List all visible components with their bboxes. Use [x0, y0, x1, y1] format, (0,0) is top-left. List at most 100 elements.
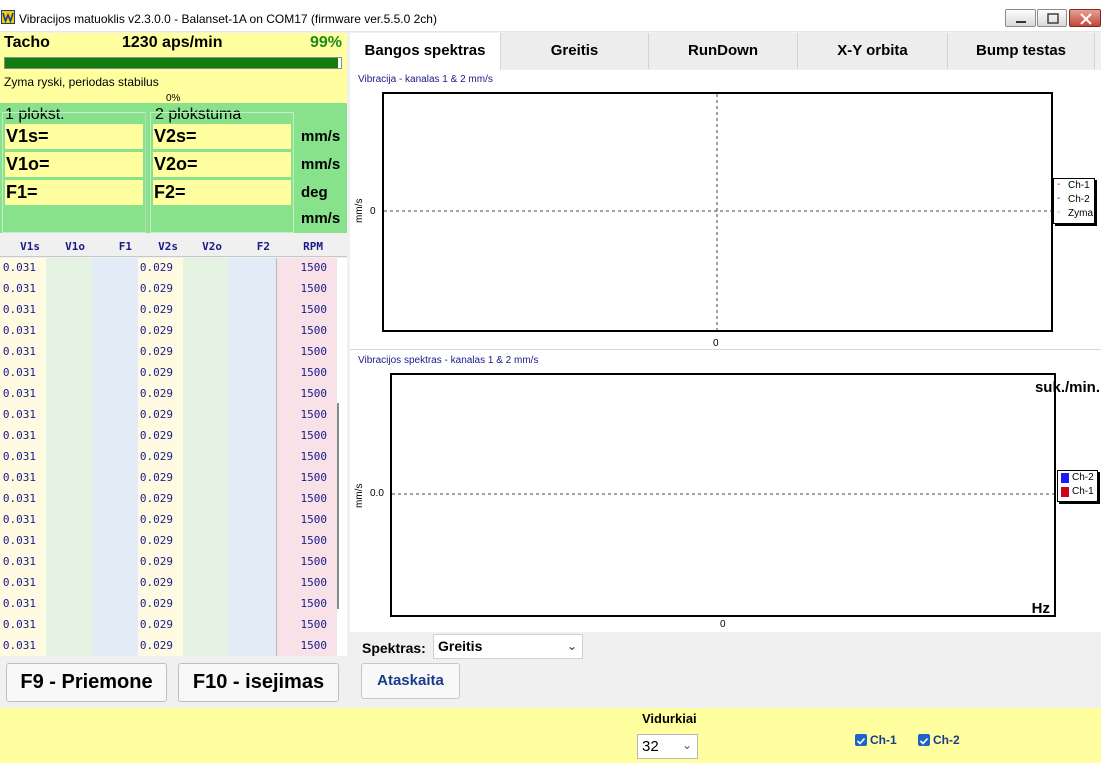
- table-cell: 0.029: [139, 639, 173, 652]
- table-row[interactable]: 0.031 0.029 1500: [0, 639, 347, 656]
- grid-col-header[interactable]: V1o: [46, 240, 85, 253]
- grid-scrollbar[interactable]: [337, 403, 339, 609]
- table-row[interactable]: 0.031 0.029 1500: [0, 408, 347, 429]
- table-cell: 1500: [300, 261, 328, 274]
- chart2-ytick: 0.0: [370, 488, 384, 499]
- vibration-plot[interactable]: [382, 92, 1053, 332]
- spectrum-hz-label: Hz: [1031, 600, 1050, 617]
- table-row[interactable]: 0.031 0.029 1500: [0, 324, 347, 345]
- averages-label: Vidurkiai: [642, 711, 697, 726]
- tacho-progress-bar: [4, 57, 342, 69]
- legend-label: Ch-1: [1072, 486, 1094, 497]
- table-row[interactable]: 0.031 0.029 1500: [0, 597, 347, 618]
- table-cell: 0.029: [139, 576, 173, 589]
- legend-item: - Ch-1: [1054, 179, 1094, 193]
- table-cell: 1500: [300, 408, 328, 421]
- grid-col-header[interactable]: V1s: [2, 240, 40, 253]
- table-row[interactable]: 0.031 0.029 1500: [0, 576, 347, 597]
- table-row[interactable]: 0.031 0.029 1500: [0, 345, 347, 366]
- table-row[interactable]: 0.031 0.029 1500: [0, 534, 347, 555]
- grid-col-header[interactable]: F2: [228, 240, 270, 253]
- table-row[interactable]: 0.031 0.029 1500: [0, 387, 347, 408]
- table-cell: 1500: [300, 597, 328, 610]
- legend-item: Ch-2: [1058, 471, 1097, 485]
- grid-col-header[interactable]: F1: [92, 240, 132, 253]
- f10-button[interactable]: F10 - isejimas: [178, 663, 339, 702]
- table-cell: 0.029: [139, 513, 173, 526]
- table-row[interactable]: 0.031 0.029 1500: [0, 471, 347, 492]
- ch1-swatch-icon: [1061, 487, 1069, 497]
- chart-panel: Vibracija - kanalas 1 & 2 mm/s mm/s 0 0 …: [350, 70, 1101, 708]
- unit-label: mm/s: [301, 128, 341, 145]
- table-cell: 1500: [300, 345, 328, 358]
- table-cell: 0.029: [139, 534, 173, 547]
- maximize-button[interactable]: [1037, 9, 1067, 27]
- spectrum-plot[interactable]: suk./min. Hz: [390, 373, 1100, 617]
- table-row[interactable]: 0.031 0.029 1500: [0, 303, 347, 324]
- f9-button[interactable]: F9 - Priemone: [6, 663, 167, 702]
- averages-dropdown[interactable]: 32 ⌄: [637, 734, 698, 759]
- tab-rundown[interactable]: RunDown: [649, 33, 798, 69]
- readings-grid[interactable]: 0.031 0.029 1500 0.031 0.029 1500 0.031 0.029 15…: [0, 258, 347, 656]
- table-row[interactable]: 0.031 0.029 1500: [0, 555, 347, 576]
- ch1-checkbox[interactable]: [855, 734, 867, 746]
- tab-greitis[interactable]: Greitis: [501, 33, 649, 69]
- table-cell: 0.031: [2, 387, 36, 400]
- legend-label: Ch-2: [1068, 194, 1090, 205]
- grid-col-header[interactable]: V2s: [140, 240, 178, 253]
- v2s-field: V2s=: [153, 124, 291, 149]
- tab-xy-orbita[interactable]: X-Y orbita: [798, 33, 948, 69]
- ch1-marker-icon: -: [1057, 179, 1061, 190]
- table-row[interactable]: 0.031 0.029 1500: [0, 492, 347, 513]
- ch1-checkbox-label[interactable]: Ch-1: [870, 733, 897, 747]
- table-row[interactable]: 0.031 0.029 1500: [0, 429, 347, 450]
- tacho-value: 1230 aps/min: [122, 34, 223, 51]
- table-cell: 0.031: [2, 576, 36, 589]
- table-row[interactable]: 0.031 0.029 1500: [0, 366, 347, 387]
- grid-col-header[interactable]: RPM: [277, 240, 323, 253]
- vm-app-icon: [1, 10, 15, 24]
- table-row[interactable]: 0.031 0.029 1500: [0, 282, 347, 303]
- report-button[interactable]: Ataskaita: [361, 663, 460, 699]
- table-row[interactable]: 0.031 0.029 1500: [0, 618, 347, 639]
- table-cell: 1500: [300, 492, 328, 505]
- bottom-bar: Vidurkiai 32 ⌄ Ch-1 Ch-2: [0, 708, 1101, 763]
- table-row[interactable]: 0.031 0.029 1500: [0, 450, 347, 471]
- minimize-button[interactable]: [1005, 9, 1036, 27]
- spectras-row: Spektras: Greitis ⌄ Ataskaita: [350, 632, 1101, 708]
- table-row[interactable]: 0.031 0.029 1500: [0, 513, 347, 534]
- table-cell: 0.031: [2, 597, 36, 610]
- spectras-dropdown[interactable]: Greitis ⌄: [433, 634, 583, 659]
- table-row[interactable]: 0.031 0.029 1500: [0, 261, 347, 282]
- chart-separator: [350, 349, 1101, 350]
- table-cell: 1500: [300, 618, 328, 631]
- chart2-ylabel: mm/s: [354, 483, 365, 508]
- close-button[interactable]: [1069, 9, 1101, 27]
- tab-bangos-spektras[interactable]: Bangos spektras: [350, 33, 501, 70]
- chart1-ylabel: mm/s: [354, 198, 365, 223]
- ch2-checkbox[interactable]: [918, 734, 930, 746]
- table-cell: 1500: [300, 282, 328, 295]
- table-cell: 1500: [300, 555, 328, 568]
- table-cell: 0.031: [2, 261, 36, 274]
- table-cell: 0.029: [139, 597, 173, 610]
- tab-bump-testas[interactable]: Bump testas: [948, 33, 1095, 69]
- table-cell: 1500: [300, 450, 328, 463]
- table-cell: 0.031: [2, 639, 36, 652]
- table-cell: 0.029: [139, 471, 173, 484]
- table-cell: 1500: [300, 639, 328, 652]
- ch2-checkbox-label[interactable]: Ch-2: [933, 733, 960, 747]
- table-cell: 1500: [300, 387, 328, 400]
- minimize-icon: [1016, 21, 1026, 23]
- chart1-title: Vibracija - kanalas 1 & 2 mm/s: [358, 74, 493, 85]
- table-cell: 0.029: [139, 261, 173, 274]
- table-cell: 0.031: [2, 450, 36, 463]
- grid-col-header[interactable]: V2o: [183, 240, 222, 253]
- table-cell: 0.029: [139, 282, 173, 295]
- checkmark-icon: [919, 737, 929, 745]
- table-cell: 0.029: [139, 366, 173, 379]
- table-cell: 1500: [300, 429, 328, 442]
- table-cell: 0.029: [139, 408, 173, 421]
- spectras-label: Spektras:: [362, 640, 426, 656]
- table-cell: 0.031: [2, 345, 36, 358]
